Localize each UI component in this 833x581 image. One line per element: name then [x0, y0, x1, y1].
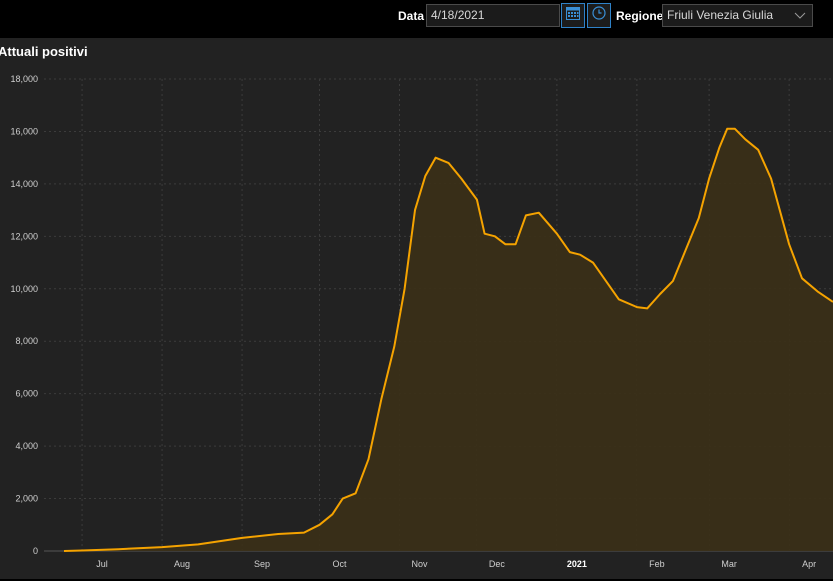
x-tick-label: Mar [721, 559, 737, 569]
y-tick-label: 16,000 [10, 126, 38, 136]
date-input[interactable]: 4/18/2021 [426, 4, 560, 27]
x-axis-ticks: Jul Aug Sep Oct Nov Dec 2021 Feb Mar Apr [96, 559, 816, 569]
y-tick-label: 6,000 [15, 389, 38, 399]
y-tick-label: 18,000 [10, 74, 38, 84]
y-tick-label: 12,000 [10, 231, 38, 241]
y-tick-label: 8,000 [15, 336, 38, 346]
x-tick-label: Nov [411, 559, 428, 569]
chart-panel: Attuali positivi 0 2,000 4,000 6,000 8,000 10… [0, 38, 833, 579]
calendar-button[interactable] [561, 3, 585, 28]
region-label: Regione [616, 9, 664, 23]
y-tick-label: 14,000 [10, 179, 38, 189]
x-tick-label: Apr [802, 559, 816, 569]
y-tick-label: 0 [33, 546, 38, 556]
clock-icon [592, 6, 606, 25]
x-tick-label: Feb [649, 559, 665, 569]
area-chart: 0 2,000 4,000 6,000 8,000 10,000 12,000 14,000 1… [10, 74, 833, 569]
chevron-down-icon [794, 9, 806, 24]
y-tick-label: 2,000 [15, 494, 38, 504]
x-tick-label: Dec [489, 559, 506, 569]
x-tick-label: Jul [96, 559, 108, 569]
area-fill [64, 128, 833, 552]
x-tick-label: Sep [254, 559, 270, 569]
x-tick-label: 2021 [567, 559, 587, 569]
calendar-icon [566, 6, 580, 25]
date-label: Data [398, 9, 425, 23]
y-axis-ticks: 0 2,000 4,000 6,000 8,000 10,000 12,000 14,000 1… [10, 74, 38, 556]
y-tick-label: 10,000 [10, 284, 38, 294]
x-tick-label: Aug [174, 559, 190, 569]
toolbar: Data 4/18/2021 Regione Friuli Venezia Gi… [0, 0, 833, 34]
region-value: Friuli Venezia Giulia [667, 8, 774, 22]
region-select[interactable]: Friuli Venezia Giulia [662, 4, 813, 27]
y-tick-label: 4,000 [15, 441, 38, 451]
x-tick-label: Oct [332, 559, 347, 569]
time-button[interactable] [587, 3, 611, 28]
